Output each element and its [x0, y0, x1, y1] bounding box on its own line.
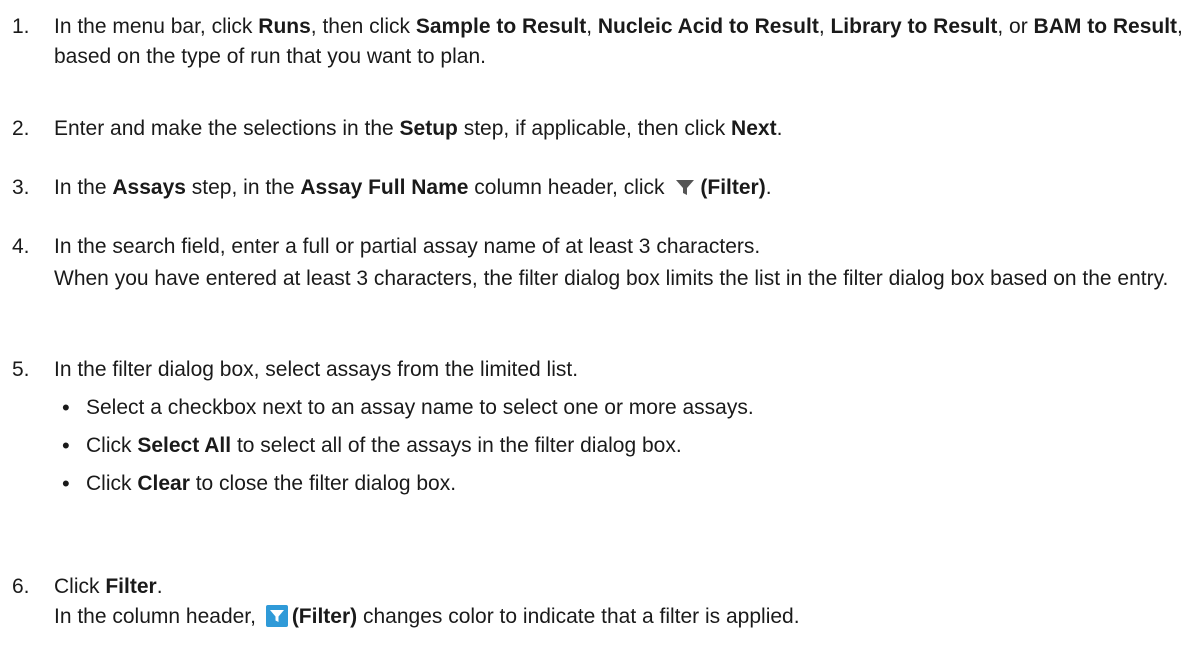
step-text: In the filter dialog box, select assays …	[54, 358, 579, 381]
step-text: In the menu bar, click Runs, then click …	[54, 15, 1183, 68]
filter-active-icon	[265, 605, 288, 627]
bullet-item: Click Clear to close the filter dialog b…	[54, 469, 1188, 499]
step-1: 1. In the menu bar, click Runs, then cli…	[12, 12, 1188, 72]
step-number: 6.	[12, 575, 30, 598]
filter-icon	[674, 176, 696, 198]
step-number: 4.	[12, 235, 30, 258]
bullet-item: Click Select All to select all of the as…	[54, 431, 1188, 461]
step-result-text: In the column header, (Filter) changes c…	[54, 605, 800, 628]
step-text: In the Assays step, in the Assay Full Na…	[54, 176, 772, 199]
step-number: 1.	[12, 15, 30, 38]
bullet-item: Select a checkbox next to an assay name …	[54, 393, 1188, 423]
step-2: 2. Enter and make the selections in the …	[12, 114, 1188, 144]
step-text: In the search field, enter a full or par…	[54, 235, 761, 258]
step-result-text: When you have entered at least 3 charact…	[54, 267, 1169, 290]
step-text: Click Filter.	[54, 575, 163, 598]
step-number: 3.	[12, 176, 30, 199]
step-3: 3. In the Assays step, in the Assay Full…	[12, 173, 1188, 203]
step-number: 5.	[12, 358, 30, 381]
step-5: 5. In the filter dialog box, select assa…	[12, 355, 1188, 507]
step-4: 4. In the search field, enter a full or …	[12, 232, 1188, 294]
step-5-options: Select a checkbox next to an assay name …	[54, 393, 1188, 499]
step-text: Enter and make the selections in the Set…	[54, 117, 783, 140]
step-6: 6. Click Filter. In the column header, (…	[12, 572, 1188, 632]
step-number: 2.	[12, 117, 30, 140]
